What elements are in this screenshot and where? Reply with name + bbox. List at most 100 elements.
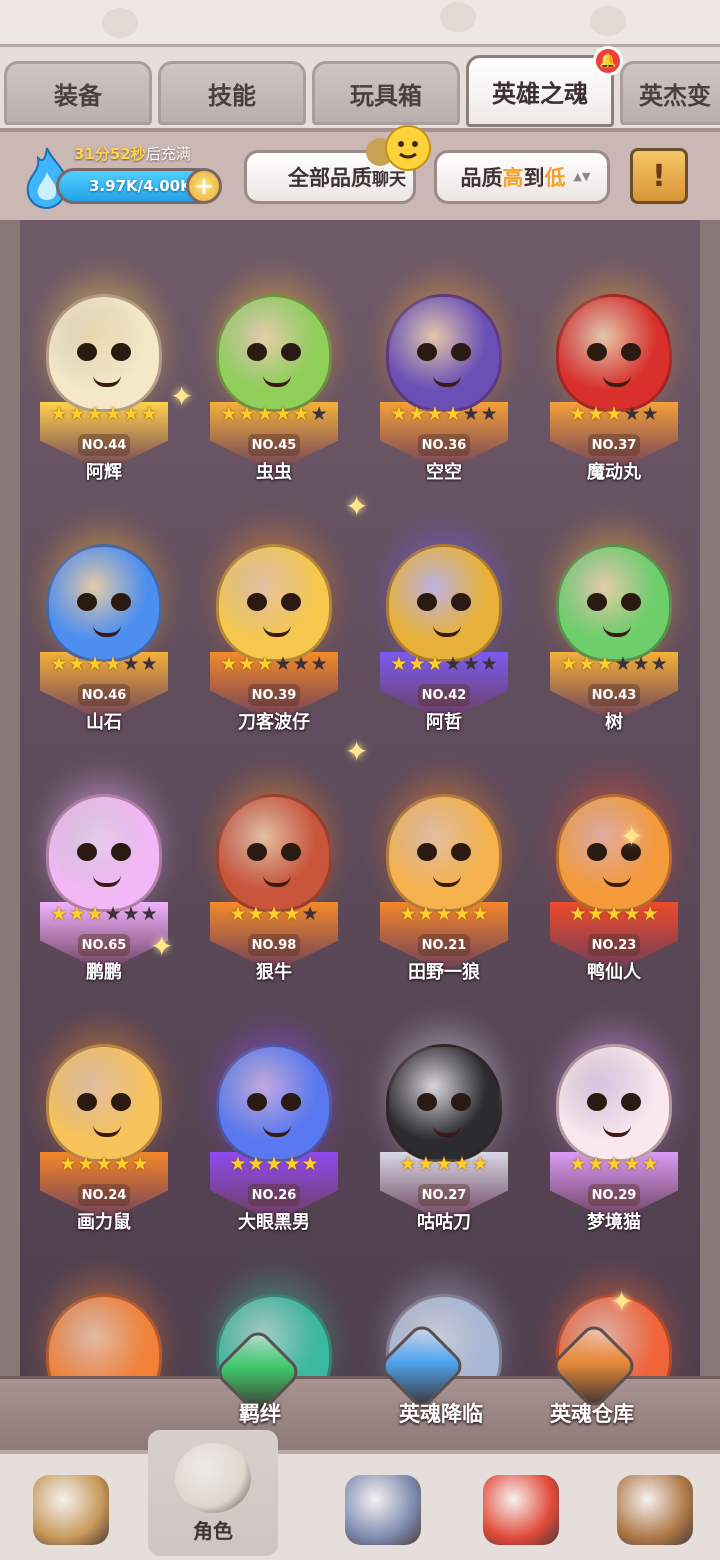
- star-icon: ★: [292, 403, 310, 425]
- hero-summon-button[interactable]: 英魂降临: [366, 1398, 516, 1428]
- hero-card[interactable]: ★ ★ ★ ★ ★ ★ NO.44 阿辉: [20, 250, 188, 500]
- star-icon: ★: [256, 403, 274, 425]
- star-icon: ★: [390, 653, 408, 675]
- tab-toy-box[interactable]: 玩具箱: [312, 61, 460, 125]
- star-icon: ★: [283, 1153, 301, 1175]
- star-icon: ★: [86, 903, 104, 925]
- hero-card[interactable]: ★ ★ ★ ★ ★ NO.27 咕咕刀: [360, 1000, 528, 1250]
- hero-eye: [111, 843, 131, 861]
- star-icon: ★: [274, 403, 292, 425]
- hero-number: NO.24: [78, 1184, 130, 1206]
- tab-equipment[interactable]: 装备: [4, 61, 152, 125]
- paw-decor-icon: [440, 2, 476, 32]
- star-icon: ★: [471, 1153, 489, 1175]
- hero-name: 鸭仙人: [587, 962, 641, 983]
- sort-low: 低: [544, 166, 566, 190]
- hero-eye: [621, 593, 641, 611]
- star-icon: ★: [569, 403, 587, 425]
- hero-star-rating: ★ ★ ★ ★ ★: [208, 902, 340, 926]
- nav-pet[interactable]: [456, 1462, 586, 1558]
- hero-star-rating: ★ ★ ★ ★ ★ ★: [208, 652, 340, 676]
- sort-high: 高: [502, 166, 524, 190]
- hero-portrait: [216, 294, 332, 412]
- hero-portrait: [556, 1044, 672, 1162]
- hero-eye: [621, 1093, 641, 1111]
- codex-book-button[interactable]: !: [630, 148, 688, 204]
- star-icon: ★: [310, 403, 328, 425]
- hero-card[interactable]: ★ ★ ★ ★ ★ NO.21 田野一狼: [360, 750, 528, 1000]
- dino-icon: [483, 1475, 559, 1545]
- hero-mouth: [263, 375, 291, 387]
- star-icon: ★: [301, 903, 319, 925]
- hero-eye: [417, 843, 437, 861]
- hero-name: 树: [605, 712, 623, 733]
- hero-star-rating: ★ ★ ★ ★ ★ ★: [38, 652, 170, 676]
- star-icon: ★: [247, 903, 265, 925]
- hero-name: 狠牛: [256, 962, 292, 983]
- hero-star-rating: ★ ★ ★ ★ ★: [548, 402, 680, 426]
- hero-card[interactable]: ★ ★ ★ ★ ★ NO.23 鸭仙人: [530, 750, 698, 1000]
- hero-number: NO.21: [418, 934, 470, 956]
- nav-equipment[interactable]: [318, 1462, 448, 1558]
- hero-avatar-icon: [175, 1442, 251, 1513]
- hero-card[interactable]: ★ ★ ★ ★ ★ NO.37 魔动丸: [530, 250, 698, 500]
- star-icon: ★: [444, 653, 462, 675]
- sort-order-button[interactable]: 品质高到低 ▲▼: [434, 150, 610, 204]
- hero-mouth: [433, 625, 461, 637]
- star-icon: ★: [247, 1153, 265, 1175]
- nav-viking[interactable]: [6, 1462, 136, 1558]
- star-icon: ★: [229, 1153, 247, 1175]
- tab-hero-transform[interactable]: 英杰变: [620, 61, 720, 125]
- star-icon: ★: [444, 403, 462, 425]
- star-icon: ★: [390, 403, 408, 425]
- chat-label: 聊天: [372, 170, 406, 190]
- nav-castle[interactable]: [590, 1462, 720, 1558]
- hero-card[interactable]: ★ ★ ★ ★ ★ NO.29 梦境猫: [530, 1000, 698, 1250]
- star-icon: ★: [560, 653, 578, 675]
- hero-eye: [111, 593, 131, 611]
- hero-eye: [451, 593, 471, 611]
- star-icon: ★: [104, 403, 122, 425]
- hero-portrait: [216, 794, 332, 912]
- hero-mouth: [603, 875, 631, 887]
- star-icon: ★: [140, 653, 158, 675]
- star-icon: ★: [587, 903, 605, 925]
- hero-card[interactable]: ★ ★ ★ ★ ★ ★ NO.45 虫虫: [190, 250, 358, 500]
- add-energy-button[interactable]: +: [186, 168, 222, 204]
- tab-hero-soul[interactable]: 英雄之魂 🔔: [466, 46, 623, 127]
- hero-mouth: [433, 875, 461, 887]
- hero-card[interactable]: ★ ★ ★ ★ ★ ★ NO.43 树: [530, 500, 698, 750]
- star-icon: ★: [104, 653, 122, 675]
- star-icon: ★: [68, 903, 86, 925]
- sparkle-icon: ✦: [150, 930, 174, 963]
- hero-card[interactable]: ★ ★ ★ ★ ★ NO.24 画力鼠: [20, 1000, 188, 1250]
- nav-character[interactable]: 角色: [148, 1430, 278, 1556]
- bottom-nav: 角色: [0, 1430, 720, 1560]
- star-icon: ★: [77, 1153, 95, 1175]
- bond-button[interactable]: 羁绊: [200, 1398, 320, 1428]
- hero-card-partial[interactable]: [20, 1250, 188, 1390]
- hero-portrait: [46, 544, 162, 662]
- hero-card[interactable]: ★ ★ ★ ★ ★ ★ NO.46 山石: [20, 500, 188, 750]
- hero-mouth: [433, 375, 461, 387]
- viking-icon: [33, 1475, 109, 1545]
- hero-storage-button[interactable]: 英魂仓库: [532, 1398, 652, 1428]
- sort-prefix: 品质: [460, 166, 503, 190]
- star-icon: ★: [399, 1153, 417, 1175]
- hero-card[interactable]: ★ ★ ★ ★ ★ ★ NO.36 空空: [360, 250, 528, 500]
- tab-hero-soul-label: 英雄之魂: [492, 79, 588, 108]
- hero-number: NO.98: [248, 934, 300, 956]
- hero-card[interactable]: ★ ★ ★ ★ ★ NO.98 狠牛: [190, 750, 358, 1000]
- hero-card[interactable]: ★ ★ ★ ★ ★ ★ NO.42 阿哲: [360, 500, 528, 750]
- star-icon: ★: [68, 653, 86, 675]
- star-icon: ★: [471, 903, 489, 925]
- hero-card[interactable]: ★ ★ ★ ★ ★ NO.26 大眼黑男: [190, 1000, 358, 1250]
- hero-card[interactable]: ★ ★ ★ ★ ★ ★ NO.39 刀客波仔: [190, 500, 358, 750]
- hero-name: 阿哲: [426, 712, 462, 733]
- tab-skills[interactable]: 技能: [158, 61, 306, 125]
- tab-bar: 装备 技能 玩具箱 英雄之魂 🔔 英杰变: [0, 44, 720, 128]
- star-icon: ★: [453, 903, 471, 925]
- hero-portrait: [46, 1044, 162, 1162]
- hero-mouth: [93, 1125, 121, 1137]
- star-icon: ★: [95, 1153, 113, 1175]
